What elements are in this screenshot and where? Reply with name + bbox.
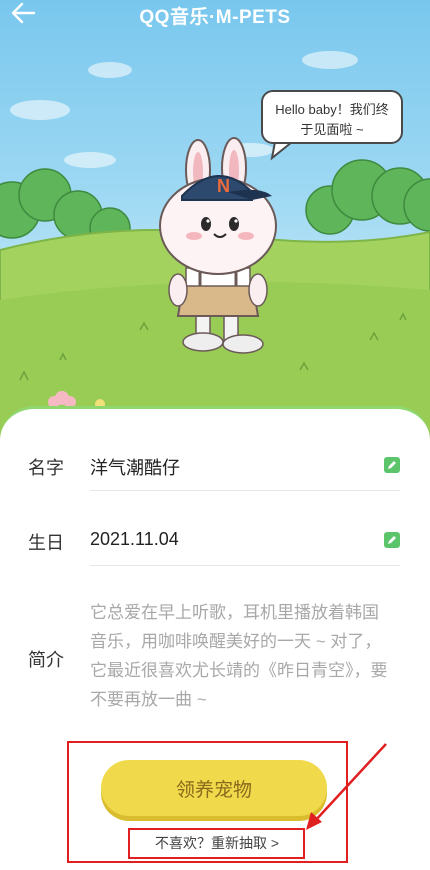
- page-title: QQ音乐·M-PETS: [139, 7, 291, 28]
- name-value: 洋气潮酷仔: [90, 458, 180, 478]
- birthday-value: 2021.11.04: [90, 529, 179, 549]
- top-bar: QQ音乐·M-PETS: [0, 0, 430, 30]
- edit-birthday-button[interactable]: [384, 532, 400, 548]
- intro-row: 简介 它总爱在早上听歌，耳机里播放着韩国音乐，用咖啡唤醒美好的一天 ~ 对了，它…: [28, 598, 400, 722]
- edit-name-button[interactable]: [384, 457, 400, 473]
- name-label: 名字: [28, 458, 64, 478]
- bunny-pet-illustration[interactable]: N: [148, 130, 288, 360]
- edit-icon: [388, 461, 396, 469]
- edit-icon: [388, 536, 396, 544]
- annotation-box-inner: [128, 828, 305, 859]
- name-row: 名字 洋气潮酷仔: [28, 452, 400, 492]
- intro-text: 它总爱在早上听歌，耳机里播放着韩国音乐，用咖啡唤醒美好的一天 ~ 对了，它最近很…: [90, 603, 388, 709]
- birthday-label: 生日: [28, 533, 64, 553]
- cap-logo: N: [217, 176, 230, 196]
- birthday-divider: [90, 565, 400, 566]
- speech-bubble: Hello baby！我们终于见面啦 ~: [261, 90, 403, 144]
- name-divider: [90, 490, 400, 491]
- pet-scene: N QQ音乐·M-PETS Hello baby！我们终于见面啦 ~: [0, 0, 430, 440]
- intro-label: 简介: [28, 650, 64, 670]
- birthday-row: 生日 2021.11.04: [28, 527, 400, 567]
